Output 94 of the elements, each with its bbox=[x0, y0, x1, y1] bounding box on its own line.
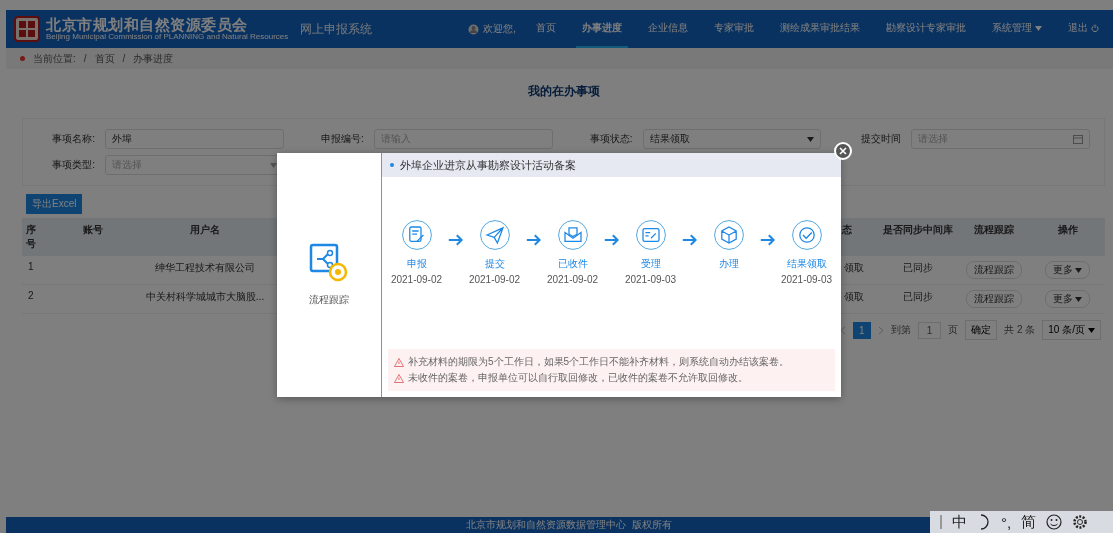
nav-link[interactable]: 专家审批 bbox=[708, 10, 760, 48]
confirm-button[interactable]: 确定 bbox=[965, 320, 998, 340]
paper-plane-icon bbox=[478, 219, 511, 251]
step-label: 受理 bbox=[640, 257, 661, 271]
notice-text: 未收件的案卷，申报单位可以自行取回修改，已收件的案卷不允许取回修改。 bbox=[408, 371, 748, 385]
logo-icon bbox=[14, 16, 40, 42]
page-title: 我的在办事项 bbox=[526, 83, 601, 100]
table-cell: 中关村科学城城市大脑股... bbox=[145, 291, 265, 302]
nav-link[interactable]: 企业信息 bbox=[642, 10, 694, 48]
power-icon bbox=[1091, 24, 1099, 32]
caret-icon bbox=[1035, 25, 1042, 31]
column-header: 操作 bbox=[1030, 218, 1105, 256]
nav-link[interactable]: 勘察设计专家审批 bbox=[880, 10, 972, 48]
table-cell: 1 bbox=[28, 261, 34, 272]
step-date: 2021-09-02 bbox=[546, 274, 599, 285]
arrow-icon bbox=[525, 233, 542, 247]
caret-icon bbox=[269, 162, 277, 168]
input-field[interactable]: 外埠 bbox=[105, 129, 284, 149]
nav-link[interactable]: 系统管理 bbox=[986, 10, 1048, 48]
notice-text: 补充材料的期限为5个工作日，如果5个工作日不能补齐材料，则系统自动办结该案卷。 bbox=[408, 355, 790, 369]
trace-button[interactable]: 流程跟踪 bbox=[966, 261, 1022, 279]
nav-link[interactable]: 退出 bbox=[1062, 10, 1105, 48]
breadcrumb-separator: / bbox=[83, 53, 87, 64]
column-header: 用户名 bbox=[138, 218, 272, 256]
table-cell: 已同步 bbox=[903, 262, 933, 273]
welcome-text: 欢迎您, bbox=[483, 22, 516, 36]
column-header: 账号 bbox=[48, 218, 138, 256]
step-date: 2021-09-02 bbox=[468, 274, 521, 285]
table-cell: 绅华工程技术有限公司 bbox=[155, 262, 255, 273]
step-date: 2021-09-02 bbox=[390, 274, 443, 285]
export-button[interactable]: 导出Excel bbox=[26, 194, 83, 214]
step-label: 申报 bbox=[406, 257, 427, 271]
document-pen-icon bbox=[400, 219, 433, 251]
logo-title: 北京市规划和自然资源委员会 bbox=[46, 16, 249, 33]
table-cell: 2 bbox=[28, 290, 34, 301]
arrow-icon bbox=[759, 233, 776, 247]
step-date: 2021-09-03 bbox=[780, 274, 833, 285]
clipboard-icon bbox=[634, 219, 667, 251]
table-cell: 领取 bbox=[844, 291, 864, 302]
field-label: 事项类型: bbox=[51, 158, 95, 172]
previous-page-icon[interactable] bbox=[840, 325, 847, 335]
table-cell: 领取 bbox=[844, 262, 864, 273]
breadcrumb-link[interactable]: 办事进度 bbox=[133, 51, 174, 66]
table-cell: 已同步 bbox=[903, 291, 933, 302]
select-field[interactable]: 结果领取 bbox=[642, 129, 822, 149]
column-header: 是否同步中间库 bbox=[878, 218, 958, 256]
dialog-title: 外埠企业进京从事勘察设计活动备案 bbox=[400, 157, 576, 173]
arrow-icon bbox=[447, 233, 464, 247]
caret-icon bbox=[1075, 267, 1082, 273]
total-count: 共 2 条 bbox=[1004, 323, 1036, 337]
check-circle-icon bbox=[790, 219, 823, 251]
step-label: 结果领取 bbox=[786, 257, 827, 271]
field-label: 事项状态: bbox=[588, 132, 633, 146]
step-label: 已收件 bbox=[557, 257, 588, 271]
close-icon bbox=[839, 147, 847, 155]
step-label: 办理 bbox=[718, 257, 739, 271]
caret-icon bbox=[1075, 296, 1082, 302]
page-button[interactable]: 1 bbox=[853, 321, 871, 339]
smiley-icon[interactable] bbox=[1046, 514, 1063, 530]
cube-icon bbox=[712, 219, 745, 251]
more-button[interactable]: 更多 bbox=[1045, 261, 1090, 279]
page-unit: 页 bbox=[948, 323, 959, 337]
step-label: 提交 bbox=[484, 257, 505, 271]
column-header: 流程跟踪 bbox=[958, 218, 1030, 256]
breadcrumb-separator: / bbox=[122, 53, 126, 64]
caret-icon bbox=[1088, 327, 1095, 333]
settings-icon[interactable] bbox=[1072, 514, 1089, 530]
page-size-select[interactable]: 10 条/页 bbox=[1042, 320, 1101, 340]
user-icon bbox=[468, 23, 480, 35]
flow-target-icon bbox=[309, 243, 349, 283]
nav-link[interactable]: 测绘成果审批结果 bbox=[774, 10, 866, 48]
column-header: 态 bbox=[838, 218, 878, 256]
field-label: 申报编号: bbox=[319, 132, 364, 146]
column-header: 序号 bbox=[22, 218, 48, 256]
field-label: 提交时间 bbox=[860, 132, 902, 146]
arrow-icon bbox=[603, 233, 620, 247]
breadcrumb-link[interactable]: 首页 bbox=[94, 51, 115, 66]
arrow-icon bbox=[681, 233, 698, 247]
more-button[interactable]: 更多 bbox=[1045, 290, 1090, 308]
calendar-icon bbox=[1073, 134, 1083, 144]
bullet-icon bbox=[390, 163, 394, 167]
page-input[interactable]: 1 bbox=[917, 321, 942, 339]
logo-subtitle: Beijing Municipal Commission of PLANNING and Natural Resources bbox=[46, 32, 289, 42]
side-label: 流程跟踪 bbox=[309, 293, 349, 307]
goto-label: 到第 bbox=[890, 323, 911, 337]
location-dot bbox=[20, 56, 25, 61]
trace-button[interactable]: 流程跟踪 bbox=[966, 290, 1022, 308]
step-date: 2021-09-03 bbox=[624, 274, 677, 285]
breadcrumb-label: 当前位置: bbox=[33, 51, 76, 66]
system-name: 网上申报系统 bbox=[300, 20, 373, 38]
caret-icon bbox=[807, 136, 815, 142]
envelope-icon bbox=[556, 219, 589, 251]
field-label: 事项名称: bbox=[51, 132, 95, 146]
nav-link[interactable]: 首页 bbox=[530, 10, 562, 48]
